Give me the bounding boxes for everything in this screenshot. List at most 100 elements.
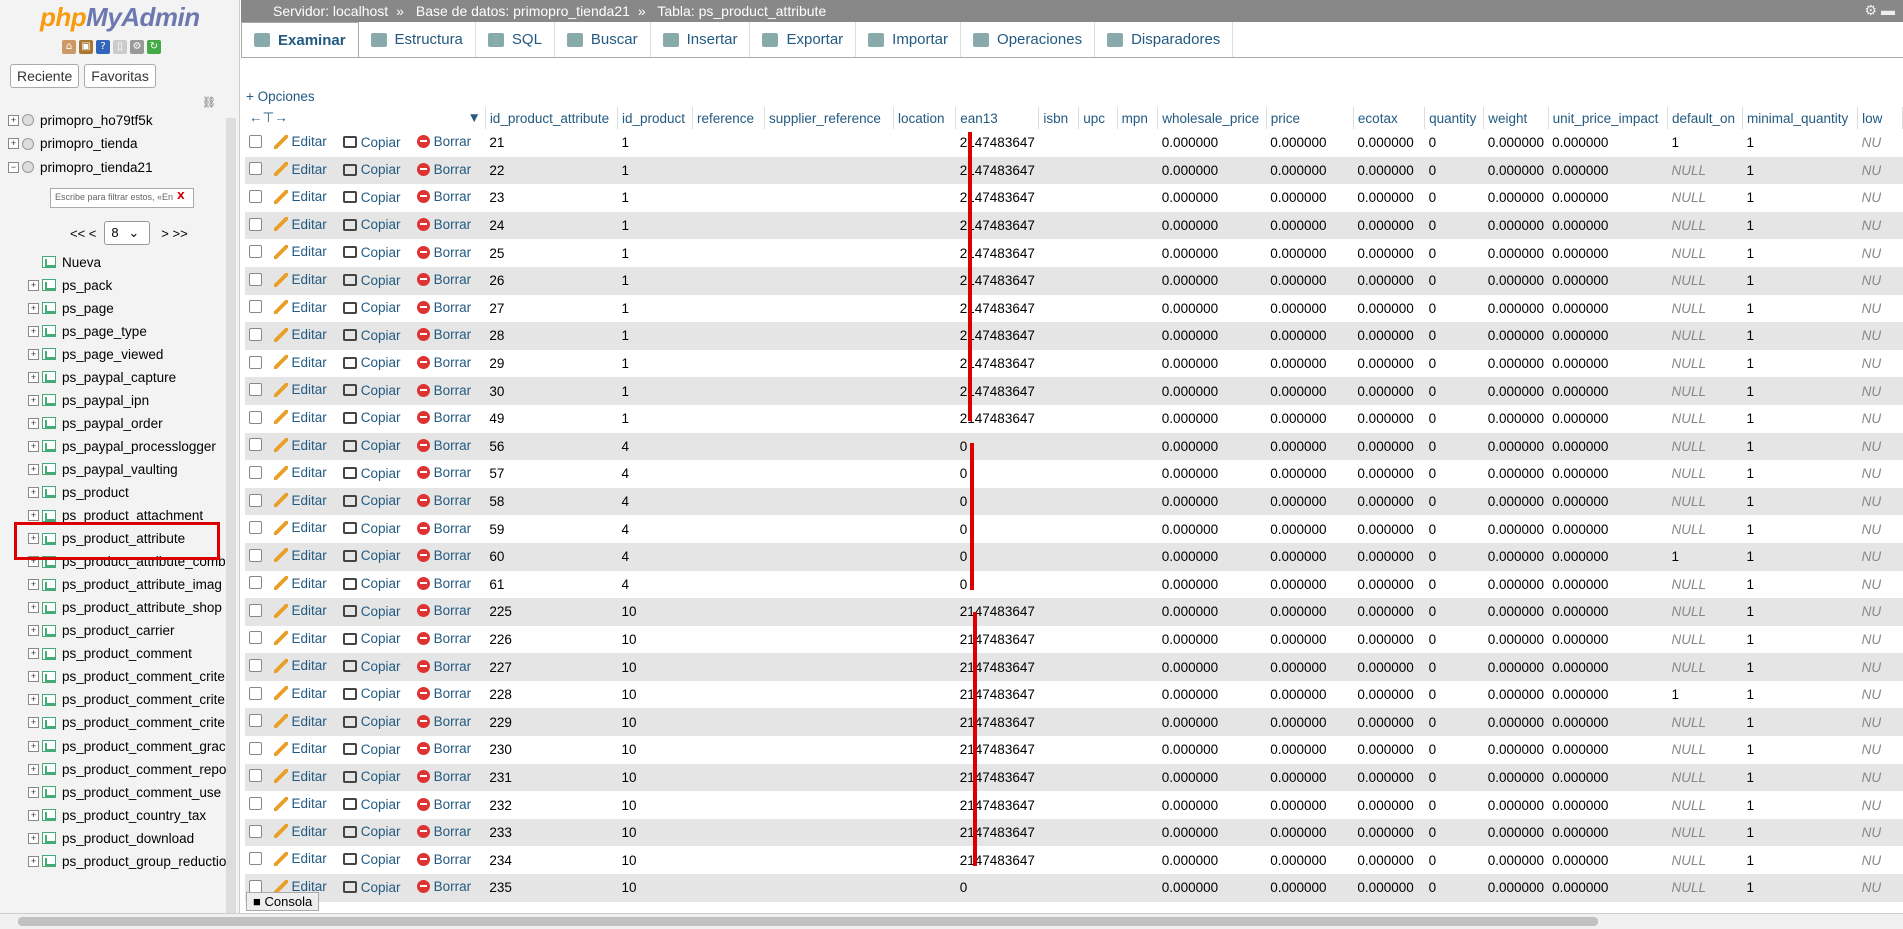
cell[interactable]: 0.000000 — [1483, 680, 1549, 709]
cell[interactable]: 233 — [485, 818, 618, 847]
cell[interactable]: 0.000000 — [1548, 874, 1668, 902]
cell[interactable] — [1117, 239, 1158, 267]
cell[interactable]: 0.000000 — [1548, 432, 1668, 461]
cell[interactable]: 2147483647 — [955, 708, 1039, 737]
cell[interactable]: 0.000000 — [1157, 736, 1267, 764]
cell[interactable]: 30 — [485, 377, 618, 405]
row-checkbox[interactable] — [249, 327, 262, 341]
cell[interactable]: 230 — [485, 736, 618, 764]
cell[interactable] — [1117, 266, 1158, 295]
cell[interactable]: 2147483647 — [955, 680, 1039, 709]
edit-link[interactable]: Editar — [273, 851, 327, 866]
cell[interactable]: NULL — [1667, 239, 1743, 267]
cell[interactable]: 10 — [617, 791, 693, 819]
cell[interactable] — [1038, 156, 1079, 185]
edit-link[interactable]: Editar — [273, 134, 327, 149]
cell[interactable] — [1078, 266, 1118, 295]
cell[interactable]: 26 — [485, 266, 618, 295]
expand-icon[interactable]: + — [28, 648, 39, 660]
table-item[interactable]: + ps_page_type — [28, 321, 147, 341]
cell[interactable] — [764, 156, 894, 185]
cell[interactable] — [1038, 708, 1079, 737]
new-table-link[interactable]: Nueva — [42, 252, 101, 272]
cell[interactable]: NU — [1857, 156, 1903, 185]
cell[interactable]: 0.000000 — [1266, 570, 1354, 599]
cell[interactable]: 0.000000 — [1548, 294, 1668, 323]
column-header[interactable]: upc — [1078, 107, 1118, 129]
cell[interactable] — [1117, 763, 1158, 792]
cell[interactable]: 0.000000 — [1157, 846, 1267, 875]
cell[interactable]: 0.000000 — [1157, 349, 1267, 378]
cell[interactable]: 0 — [1424, 874, 1484, 902]
cell[interactable]: NULL — [1667, 156, 1743, 185]
cell[interactable]: 1 — [1742, 349, 1858, 378]
copy-link[interactable]: Copiar — [342, 604, 401, 619]
cell[interactable]: 0.000000 — [1353, 542, 1425, 571]
cell[interactable] — [893, 598, 956, 626]
row-checkbox[interactable] — [249, 521, 262, 535]
cell[interactable]: 0 — [1424, 653, 1484, 681]
cell[interactable] — [1117, 570, 1158, 599]
row-checkbox[interactable] — [249, 603, 262, 617]
row-checkbox[interactable] — [249, 548, 262, 562]
cell[interactable] — [1117, 460, 1158, 488]
scroll-thumb[interactable] — [18, 917, 1598, 926]
cell[interactable]: NU — [1857, 736, 1903, 764]
cell[interactable]: 10 — [617, 846, 693, 875]
cell[interactable] — [1117, 129, 1158, 157]
cell[interactable]: 4 — [617, 570, 693, 599]
cell[interactable]: NU — [1857, 294, 1903, 323]
cell[interactable]: 0 — [955, 460, 1039, 488]
cell[interactable] — [893, 239, 956, 267]
cell[interactable]: 1 — [1742, 846, 1858, 875]
cell[interactable]: 1 — [617, 294, 693, 323]
cell[interactable] — [893, 515, 956, 543]
delete-link[interactable]: Borrar — [416, 852, 471, 867]
cell[interactable]: 0.000000 — [1353, 791, 1425, 819]
copy-link[interactable]: Copiar — [342, 355, 401, 370]
cell[interactable] — [692, 598, 765, 626]
cell[interactable]: 0.000000 — [1157, 184, 1267, 212]
cell[interactable]: 22 — [485, 156, 618, 185]
cell[interactable] — [692, 404, 765, 433]
cell[interactable]: 0.000000 — [1353, 708, 1425, 737]
cell[interactable]: NULL — [1667, 763, 1743, 792]
options-link[interactable]: + Opciones — [246, 89, 315, 104]
cell[interactable]: 1 — [617, 349, 693, 378]
cell[interactable]: 0 — [955, 487, 1039, 516]
copy-link[interactable]: Copiar — [342, 410, 401, 425]
cell[interactable]: 1 — [1742, 680, 1858, 709]
cell[interactable]: 0.000000 — [1548, 625, 1668, 654]
column-header[interactable]: quantity — [1424, 107, 1485, 129]
cell[interactable] — [1117, 322, 1158, 350]
expand-icon[interactable]: + — [28, 579, 39, 591]
cell[interactable] — [764, 653, 894, 681]
cell[interactable]: 0.000000 — [1353, 487, 1425, 516]
copy-link[interactable]: Copiar — [342, 162, 401, 177]
expand-icon[interactable]: + — [28, 348, 39, 360]
cell[interactable]: 0 — [1424, 570, 1484, 599]
cell[interactable]: 0.000000 — [1353, 598, 1425, 626]
copy-link[interactable]: Copiar — [342, 190, 401, 205]
cell[interactable]: 226 — [485, 625, 618, 654]
expand-icon[interactable]: + — [8, 114, 19, 126]
cell[interactable]: 0.000000 — [1157, 404, 1267, 433]
cell[interactable] — [893, 736, 956, 764]
cell[interactable]: 0.000000 — [1548, 763, 1668, 792]
cell[interactable]: 0.000000 — [1157, 598, 1267, 626]
cell[interactable]: 1 — [1742, 653, 1858, 681]
column-header[interactable]: supplier_reference — [764, 107, 894, 129]
cell[interactable]: 10 — [617, 598, 693, 626]
cell[interactable] — [692, 680, 765, 709]
cell[interactable]: 0.000000 — [1266, 266, 1354, 295]
cell[interactable]: 0.000000 — [1266, 487, 1354, 516]
cell[interactable] — [1038, 322, 1079, 350]
cell[interactable] — [1038, 432, 1079, 461]
expand-icon[interactable]: + — [28, 302, 39, 314]
cell[interactable]: NU — [1857, 598, 1903, 626]
cell[interactable]: 0.000000 — [1157, 708, 1267, 737]
cell[interactable] — [692, 460, 765, 488]
cell[interactable] — [1038, 239, 1079, 267]
cell[interactable]: 0.000000 — [1483, 377, 1549, 405]
cell[interactable]: NULL — [1667, 791, 1743, 819]
